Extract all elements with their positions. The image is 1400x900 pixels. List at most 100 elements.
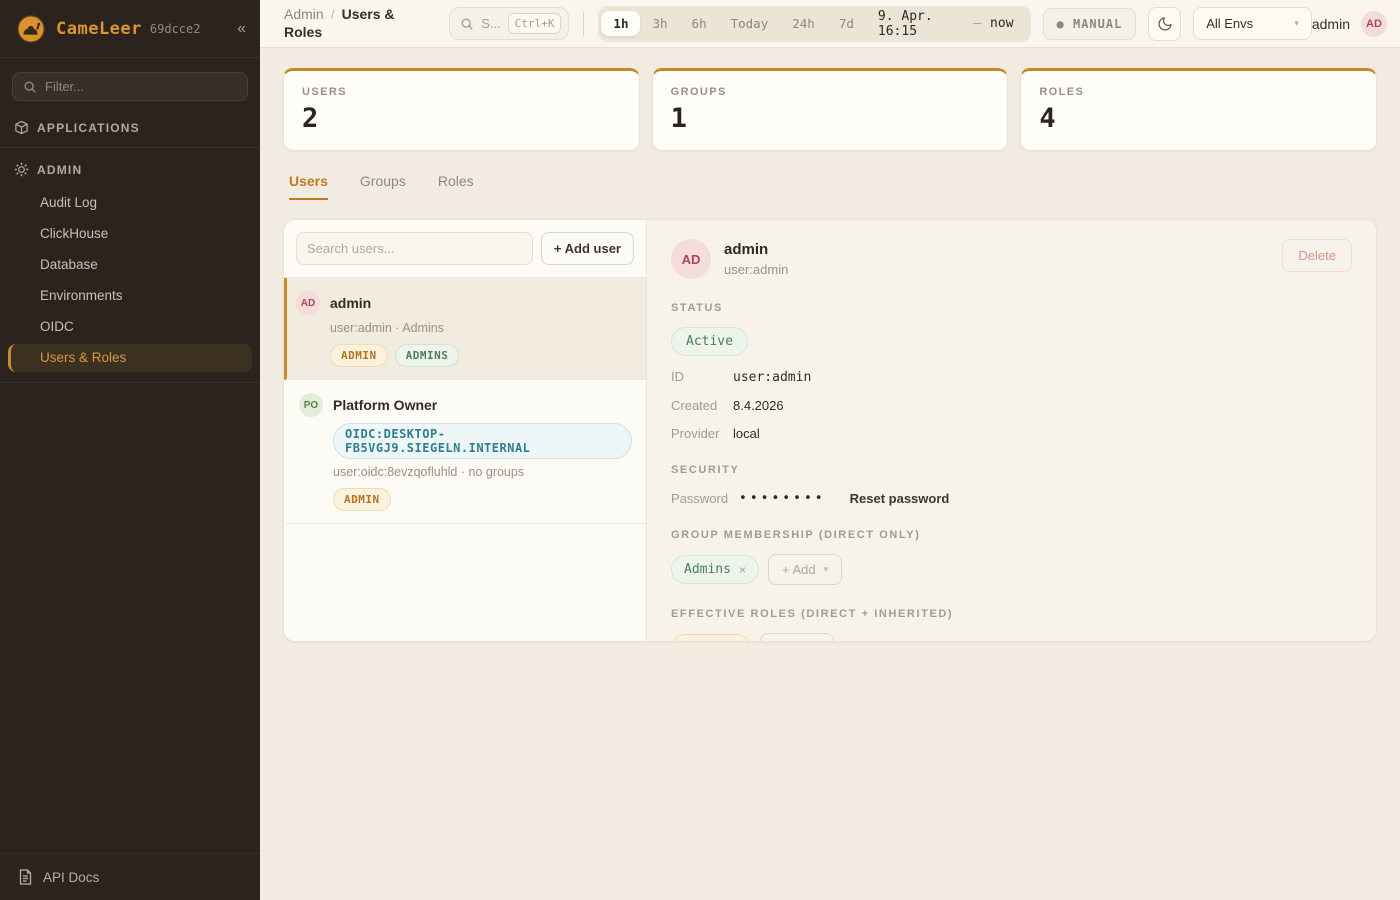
user-meta: user:admin · Admins xyxy=(330,321,632,335)
search-icon xyxy=(23,80,37,94)
main-area: Admin/Users & Roles S... Ctrl+K 1h 3h 6h… xyxy=(260,0,1400,900)
list-item-row: AD admin xyxy=(296,291,632,315)
sidebar-item-clickhouse[interactable]: ClickHouse xyxy=(8,220,252,248)
avatar: AD xyxy=(296,291,320,315)
chevron-down-icon: ▾ xyxy=(824,564,829,575)
environment-select[interactable]: All Envs ▾ xyxy=(1193,7,1312,40)
sidebar-api-docs-link[interactable]: API Docs xyxy=(0,853,260,900)
camel-logo-icon xyxy=(16,14,46,44)
time-to: now xyxy=(990,16,1013,31)
sidebar-section-admin[interactable]: ADMIN xyxy=(0,151,260,186)
status-badge: Active xyxy=(671,327,748,356)
time-range-6h[interactable]: 6h xyxy=(680,11,719,36)
field-value: user:admin xyxy=(733,370,811,385)
stats-row: USERS 2 GROUPS 1 ROLES 4 xyxy=(283,68,1377,151)
dark-mode-toggle[interactable] xyxy=(1148,7,1181,41)
field-label: Created xyxy=(671,398,733,413)
tab-groups[interactable]: Groups xyxy=(360,173,406,200)
add-group-label: + Add xyxy=(782,562,816,577)
sidebar-item-oidc[interactable]: OIDC xyxy=(8,313,252,341)
user-detail: AD admin user:admin Delete STATUS Active… xyxy=(647,220,1376,641)
stat-label: ROLES xyxy=(1039,86,1358,98)
field-value: 8.4.2026 xyxy=(733,398,784,413)
role-badge: ADMIN xyxy=(330,344,388,367)
time-from: 9. Apr. 16:15 xyxy=(878,9,964,39)
user-name: admin xyxy=(330,295,371,311)
app-title: CameLeer xyxy=(56,19,142,39)
sidebar-filter[interactable] xyxy=(12,72,248,101)
detail-title-block: admin user:admin xyxy=(724,239,788,277)
time-range-7d[interactable]: 7d xyxy=(827,11,866,36)
sidebar-section-label: APPLICATIONS xyxy=(37,121,140,135)
search-shortcut-kbd: Ctrl+K xyxy=(508,13,562,34)
sidebar-item-users-roles[interactable]: Users & Roles xyxy=(8,344,252,372)
role-badge: ADMIN xyxy=(333,488,391,511)
document-icon xyxy=(18,869,33,885)
entity-tabs: Users Groups Roles xyxy=(283,173,1377,200)
field-value: local xyxy=(733,426,760,441)
time-range-display[interactable]: 9. Apr. 16:15 — now xyxy=(866,9,1028,39)
search-users-input[interactable] xyxy=(296,232,533,265)
add-group-button[interactable]: + Add ▾ xyxy=(768,554,842,585)
user-meta: user:oidc:8evzqofluhld · no groups xyxy=(333,465,632,479)
stat-card-roles: ROLES 4 xyxy=(1020,68,1377,151)
oidc-provider-badge: OIDC:DESKTOP-FB5VGJ9.SIEGELN.INTERNAL xyxy=(333,423,632,459)
time-range-3h[interactable]: 3h xyxy=(640,11,679,36)
breadcrumb: Admin/Users & Roles xyxy=(284,6,431,42)
user-avatar[interactable]: AD xyxy=(1361,11,1387,37)
time-separator: — xyxy=(973,16,981,31)
header-divider xyxy=(583,12,584,36)
page-content: USERS 2 GROUPS 1 ROLES 4 Users Groups Ro… xyxy=(260,48,1400,900)
sidebar-item-environments[interactable]: Environments xyxy=(8,282,252,310)
time-range-1h[interactable]: 1h xyxy=(601,11,640,36)
section-security-label: SECURITY xyxy=(671,464,1352,476)
time-range-today[interactable]: Today xyxy=(719,11,781,36)
list-item-row: PO Platform Owner xyxy=(299,393,632,417)
search-icon xyxy=(460,17,474,31)
time-range-24h[interactable]: 24h xyxy=(780,11,827,36)
password-row: Password •••••••• Reset password xyxy=(671,491,1352,506)
sidebar-section-applications[interactable]: APPLICATIONS xyxy=(0,109,260,144)
avatar: PO xyxy=(299,393,323,417)
tab-users[interactable]: Users xyxy=(289,173,328,200)
section-status-label: STATUS xyxy=(671,302,1352,314)
stat-card-groups: GROUPS 1 xyxy=(652,68,1009,151)
remove-group-icon[interactable]: × xyxy=(739,563,746,577)
section-roles-label: EFFECTIVE ROLES (DIRECT + INHERITED) xyxy=(671,608,1352,620)
field-created: Created 8.4.2026 xyxy=(671,398,1352,413)
add-user-button[interactable]: + Add user xyxy=(541,232,634,265)
delete-user-button[interactable]: Delete xyxy=(1282,239,1352,272)
user-name: Platform Owner xyxy=(333,397,437,413)
users-panel: + Add user AD admin user:admin · Admins … xyxy=(283,219,1377,642)
api-docs-label: API Docs xyxy=(43,870,99,885)
sidebar-item-database[interactable]: Database xyxy=(8,251,252,279)
password-masked-value: •••••••• xyxy=(739,491,826,506)
tab-roles[interactable]: Roles xyxy=(438,173,474,200)
breadcrumb-admin[interactable]: Admin xyxy=(284,6,324,22)
sidebar: CameLeer 69dcce2 « APPLICATIONS xyxy=(0,0,260,900)
user-badges: ADMIN xyxy=(333,488,632,511)
reset-password-link[interactable]: Reset password xyxy=(850,491,950,506)
sidebar-divider xyxy=(0,382,260,383)
add-role-button[interactable]: + Add ▾ xyxy=(760,633,834,641)
avatar: AD xyxy=(671,239,711,279)
app-version: 69dcce2 xyxy=(150,22,201,36)
time-range-selector: 1h 3h 6h Today 24h 7d 9. Apr. 16:15 — no… xyxy=(598,6,1030,42)
sidebar-admin-items: Audit Log ClickHouse Database Environmen… xyxy=(0,186,260,379)
group-badge: ADMINS xyxy=(395,344,460,367)
password-label: Password xyxy=(671,491,739,506)
moon-icon xyxy=(1157,16,1173,32)
sidebar-filter-input[interactable] xyxy=(45,79,237,94)
detail-user-name: admin xyxy=(724,239,788,258)
stat-label: USERS xyxy=(302,86,621,98)
user-list-item-admin[interactable]: AD admin user:admin · Admins ADMIN ADMIN… xyxy=(284,278,646,380)
user-list-item-platform-owner[interactable]: PO Platform Owner OIDC:DESKTOP-FB5VGJ9.S… xyxy=(284,380,646,524)
environment-select-value: All Envs xyxy=(1206,16,1253,31)
gear-icon xyxy=(14,162,29,177)
field-label: Provider xyxy=(671,426,733,441)
current-user-name: admin xyxy=(1312,16,1350,32)
global-search[interactable]: S... Ctrl+K xyxy=(449,7,569,40)
sidebar-collapse-button[interactable]: « xyxy=(237,20,246,38)
sidebar-item-audit-log[interactable]: Audit Log xyxy=(8,189,252,217)
manual-mode-badge[interactable]: ● MANUAL xyxy=(1043,8,1137,40)
